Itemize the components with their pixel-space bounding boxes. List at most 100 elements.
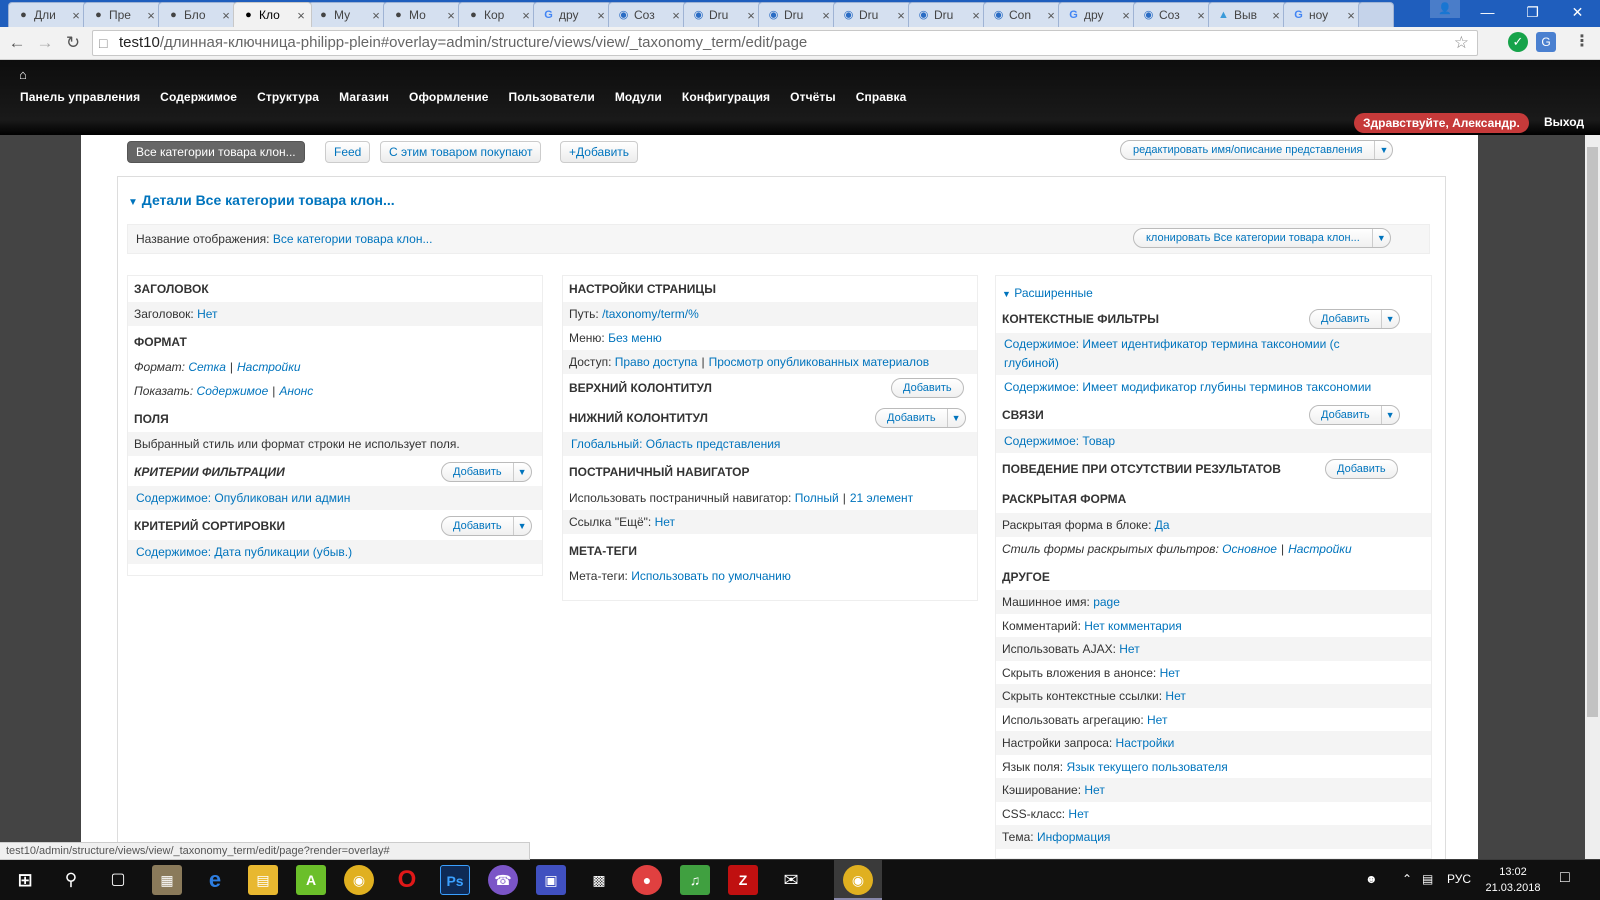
music-app-icon[interactable]: ♫ [680, 865, 710, 895]
admin-menu-item[interactable]: Оформление [409, 90, 489, 104]
other-setting-link[interactable]: Нет [1147, 713, 1167, 727]
tab-close-icon[interactable]: × [70, 8, 82, 23]
browser-tab[interactable]: ● Мо × [383, 2, 462, 27]
format-settings-link[interactable]: Настройки [237, 360, 301, 374]
scrollbar-thumb[interactable] [1587, 147, 1598, 717]
address-bar[interactable]: □ test10/длинная-ключница-philipp-plein#… [92, 30, 1478, 56]
admin-menu-item[interactable]: Конфигурация [682, 90, 770, 104]
save-app-icon[interactable]: ▣ [536, 865, 566, 895]
browser-tab[interactable]: ◉ Соз × [1133, 2, 1212, 27]
back-icon[interactable]: ← [6, 33, 28, 53]
chevron-down-icon[interactable]: ▼ [1374, 141, 1392, 159]
context-filter-2-link[interactable]: Содержимое: Имеет модификатор глубины те… [1004, 380, 1371, 394]
pager-items-link[interactable]: 21 элемент [850, 491, 913, 505]
notifications-icon[interactable]: □ [1560, 869, 1570, 887]
other-setting-link[interactable]: page [1093, 595, 1120, 609]
tab-close-icon[interactable]: × [145, 8, 157, 23]
access-link[interactable]: Право доступа [615, 355, 698, 369]
display-name-value[interactable]: Все категории товара клон... [273, 232, 433, 246]
tab-close-icon[interactable]: × [1120, 8, 1132, 23]
add-noresult-button[interactable]: Добавить [1325, 459, 1398, 479]
bookmark-star-icon[interactable]: ☆ [1454, 31, 1469, 55]
other-setting-link[interactable]: Информация [1037, 830, 1110, 844]
advanced-toggle[interactable]: ▼ Расширенные [1002, 286, 1093, 300]
add-display-button[interactable]: +Добавить [560, 141, 639, 163]
extension-check-icon[interactable]: ✓ [1508, 32, 1528, 52]
meta-link[interactable]: Использовать по умолчанию [631, 569, 791, 583]
browser-tab[interactable]: ◉ Dru × [758, 2, 837, 27]
mail-icon[interactable]: ✉ [776, 865, 806, 895]
paint-app-icon[interactable]: ● [632, 865, 662, 895]
tab-close-icon[interactable]: × [1345, 8, 1357, 23]
other-setting-link[interactable]: Язык текущего пользователя [1066, 760, 1227, 774]
chevron-down-icon[interactable]: ▼ [1371, 229, 1390, 247]
task-view-icon[interactable]: ▢ [103, 865, 133, 895]
tab-close-icon[interactable]: × [745, 8, 757, 23]
reload-icon[interactable]: ↻ [62, 33, 84, 53]
tab-close-icon[interactable]: × [895, 8, 907, 23]
browser-tab[interactable]: ◉ Соз × [608, 2, 687, 27]
admin-menu-item[interactable]: Пользователи [509, 90, 595, 104]
browser-tab[interactable]: Gдру × [533, 2, 612, 27]
menu-link[interactable]: Без меню [608, 331, 662, 345]
admin-menu-item[interactable]: Отчёты [790, 90, 836, 104]
exposed-block-link[interactable]: Да [1155, 518, 1170, 532]
forward-icon[interactable]: → [34, 33, 56, 53]
windows-start-icon[interactable]: ⊞ [10, 865, 40, 895]
browser-tab[interactable]: ◉ Con × [983, 2, 1062, 27]
browser-tab[interactable]: ● Кло × [233, 2, 312, 27]
keyboard-language[interactable]: РУС [1447, 872, 1471, 886]
other-setting-link[interactable]: Нет комментария [1084, 619, 1182, 633]
browser-tab[interactable]: ▲ Выв × [1208, 2, 1287, 27]
store-icon[interactable]: ▩ [584, 865, 614, 895]
relationship-link[interactable]: Содержимое: Товар [1004, 434, 1115, 448]
edit-view-name-button[interactable]: редактировать имя/описание представления… [1120, 140, 1394, 160]
browser-tab[interactable]: ◉ Dru × [908, 2, 987, 27]
title-value-link[interactable]: Нет [197, 307, 217, 321]
tab-close-icon[interactable]: × [370, 8, 382, 23]
minimize-icon[interactable]: — [1465, 0, 1510, 27]
profile-icon[interactable]: 👤 [1430, 0, 1460, 18]
photoshop-icon[interactable]: Ps [440, 865, 470, 895]
display-tab-page[interactable]: Все категории товара клон... [127, 141, 305, 163]
browser-tab[interactable]: Gдру × [1058, 2, 1137, 27]
file-explorer-icon[interactable]: ▤ [248, 865, 278, 895]
exposed-style-link[interactable]: Основное [1222, 542, 1277, 556]
tab-close-icon[interactable]: × [595, 8, 607, 23]
chevron-down-icon[interactable]: ▼ [1380, 406, 1399, 424]
system-clock[interactable]: 13:02 21.03.2018 [1480, 864, 1546, 896]
other-setting-link[interactable]: Нет [1084, 783, 1104, 797]
display-tab-feed[interactable]: Feed [325, 141, 371, 163]
more-link-value[interactable]: Нет [655, 515, 675, 529]
add-sort-button[interactable]: Добавить ▼ [441, 516, 532, 536]
browser-menu-icon[interactable]: ⋮ [1574, 33, 1590, 51]
filezilla-icon[interactable]: Z [728, 865, 758, 895]
path-link[interactable]: /taxonomy/term/% [602, 307, 699, 321]
tab-close-icon[interactable]: × [970, 8, 982, 23]
page-scrollbar[interactable] [1585, 135, 1600, 859]
browser-tab[interactable]: ● Кор × [458, 2, 537, 27]
filter-link[interactable]: Содержимое: Опубликован или админ [136, 491, 350, 505]
browser-tab[interactable]: ◉ Dru × [683, 2, 762, 27]
logout-link[interactable]: Выход [1544, 115, 1584, 129]
browser-tab[interactable]: ● Пре × [83, 2, 162, 27]
admin-menu-item[interactable]: Магазин [339, 90, 389, 104]
new-tab-button[interactable] [1358, 2, 1394, 27]
tab-close-icon[interactable]: × [445, 8, 457, 23]
clone-display-button[interactable]: клонировать Все категории товара клон...… [1133, 228, 1391, 248]
network-icon[interactable]: ▤ [1422, 872, 1433, 886]
other-setting-link[interactable]: Настройки [1116, 736, 1175, 750]
tab-close-icon[interactable]: × [670, 8, 682, 23]
pager-type-link[interactable]: Полный [795, 491, 839, 505]
browser-tab[interactable]: Gноу × [1283, 2, 1362, 27]
admin-menu-item[interactable]: Содержимое [160, 90, 237, 104]
browser-tab[interactable]: ● Му × [308, 2, 387, 27]
close-window-icon[interactable]: ✕ [1555, 0, 1600, 27]
other-setting-link[interactable]: Нет [1160, 666, 1180, 680]
browser-tab[interactable]: ● Бло × [158, 2, 237, 27]
chrome-icon[interactable]: ◉ [344, 865, 374, 895]
greeting-badge[interactable]: Здравствуйте, Александр. [1354, 113, 1529, 133]
admin-menu-item[interactable]: Панель управления [20, 90, 140, 104]
access-permission-link[interactable]: Просмотр опубликованных материалов [709, 355, 930, 369]
chevron-down-icon[interactable]: ▼ [512, 517, 531, 535]
